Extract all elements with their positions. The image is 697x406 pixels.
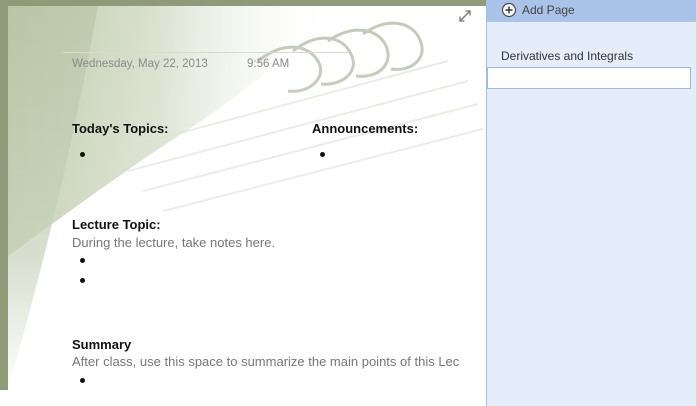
plus-circle-icon <box>501 2 517 18</box>
art-ring-2 <box>292 36 355 86</box>
lecture-topic-heading: Lecture Topic: <box>72 217 161 232</box>
art-wash <box>8 6 338 256</box>
note-page[interactable]: Wednesday, May 22, 2013 9:56 AM Today's … <box>0 0 486 406</box>
announcements-bullet[interactable] <box>320 152 325 157</box>
lecture-bullet[interactable] <box>80 258 85 263</box>
add-page-button[interactable]: Add Page <box>487 0 697 22</box>
new-page-title-input[interactable] <box>487 67 691 89</box>
summary-instructions[interactable]: After class, use this space to summarize… <box>72 354 459 369</box>
art-ring-4 <box>362 21 424 71</box>
summary-bullet[interactable] <box>80 378 85 383</box>
art-line-4 <box>162 128 484 212</box>
lecture-bullet[interactable] <box>80 278 85 283</box>
todays-topics-heading: Today's Topics: <box>72 121 169 136</box>
expand-arrows-glyph <box>459 10 471 22</box>
art-line-1 <box>112 60 449 152</box>
lecture-topic-instructions[interactable]: During the lecture, take notes here. <box>72 235 275 250</box>
page-top-border <box>0 0 486 6</box>
todays-topics-bullet[interactable] <box>80 152 85 157</box>
onenote-window: Wednesday, May 22, 2013 9:56 AM Today's … <box>0 0 697 406</box>
art-line-3 <box>142 103 479 192</box>
page-tab-derivatives-and-integrals[interactable]: Derivatives and Integrals <box>501 49 633 63</box>
page-date: Wednesday, May 22, 2013 <box>72 58 208 70</box>
date-time-rule <box>63 52 349 53</box>
summary-heading: Summary <box>72 337 132 352</box>
page-tabs-pane: Add Page Derivatives and Integrals <box>486 0 697 406</box>
art-ring-3 <box>327 28 390 78</box>
expand-arrows-icon[interactable] <box>456 7 474 25</box>
page-time: 9:56 AM <box>247 58 290 70</box>
page-left-border <box>0 0 8 390</box>
add-page-label: Add Page <box>522 3 575 17</box>
announcements-heading: Announcements: <box>312 121 419 136</box>
